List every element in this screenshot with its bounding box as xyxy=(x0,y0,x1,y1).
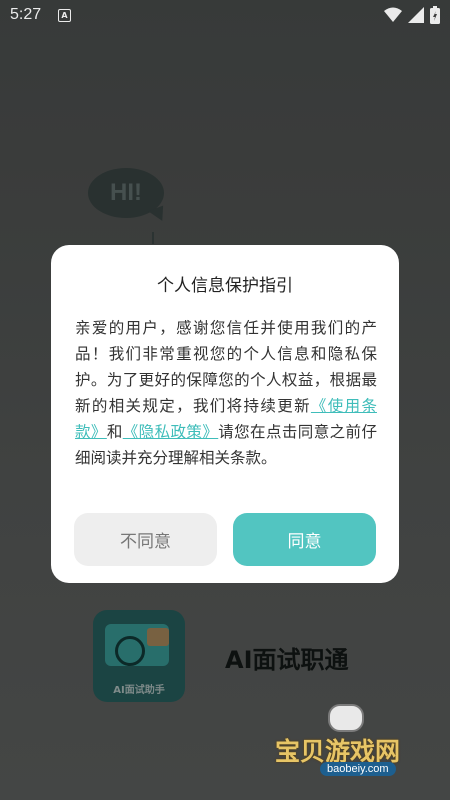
dialog-title: 个人信息保护指引 xyxy=(157,276,293,296)
gamepad-icon xyxy=(328,704,364,732)
watermark: 宝贝游戏网 baobeiy.com xyxy=(270,700,420,784)
agree-button[interactable]: 同意 xyxy=(233,513,376,566)
dialog-body: 亲爱的用户，感谢您信任并使用我们的产品！我们非常重视您的个人信息和隐私保护。为了… xyxy=(75,315,377,471)
watermark-url: baobeiy.com xyxy=(320,762,396,776)
body-connector: 和 xyxy=(106,423,123,441)
disagree-button[interactable]: 不同意 xyxy=(74,513,217,566)
privacy-policy-link[interactable]: 《隐私政策》 xyxy=(123,423,218,441)
privacy-dialog: 个人信息保护指引 亲爱的用户，感谢您信任并使用我们的产品！我们非常重视您的个人信… xyxy=(51,245,399,583)
